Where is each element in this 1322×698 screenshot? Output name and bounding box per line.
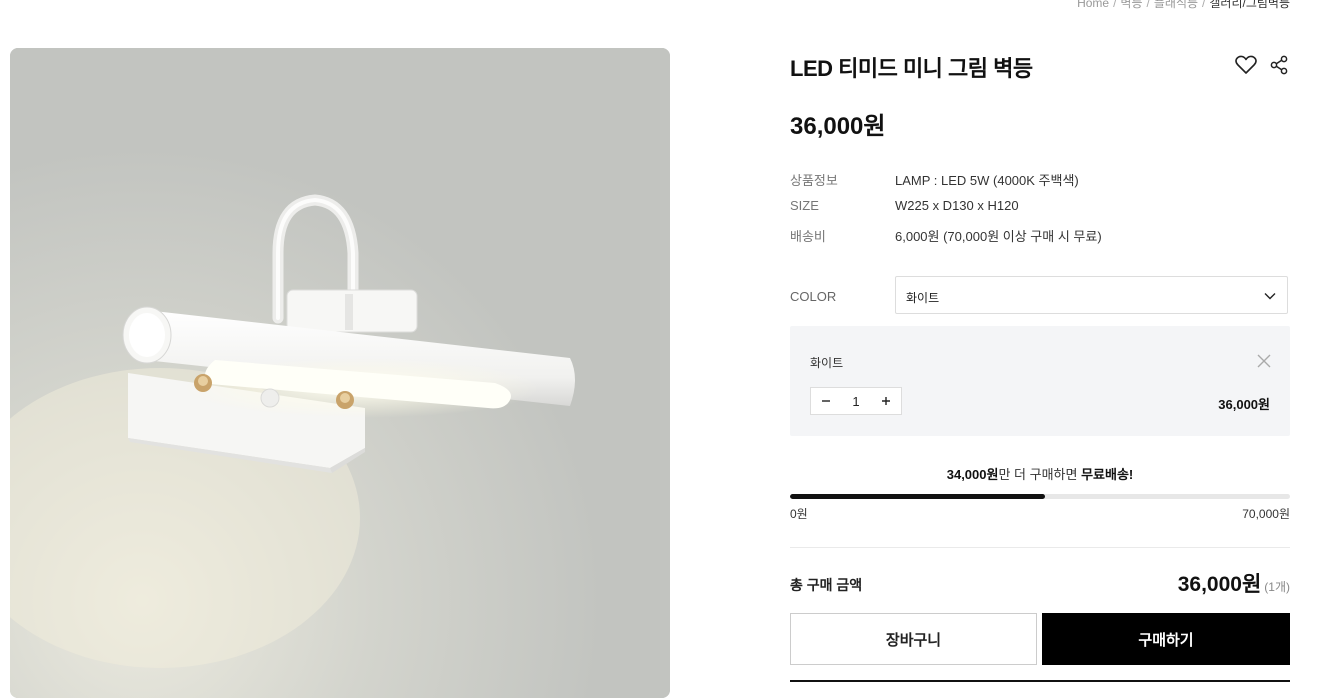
wishlist-button[interactable] <box>1235 54 1257 76</box>
spec-value: 6,000원 (70,000원 이상 구매 시 무료) <box>895 229 1102 244</box>
free-shipping-amount: 34,000원 <box>946 467 999 482</box>
free-shipping-highlight: 무료배송! <box>1081 467 1134 482</box>
buy-now-button[interactable]: 구매하기 <box>1042 613 1290 665</box>
spec-label: 배송비 <box>790 229 826 244</box>
quantity-stepper: 1 <box>810 387 902 415</box>
product-title: LED 티미드 미니 그림 벽등 <box>790 56 1033 81</box>
free-shipping-progress <box>790 494 1290 499</box>
spec-label: SIZE <box>790 198 819 213</box>
color-label: COLOR <box>790 289 837 304</box>
total-price: 36,000원 <box>1177 573 1262 596</box>
selected-option-price: 36,000원 <box>1218 397 1270 412</box>
selected-option-name: 화이트 <box>810 356 844 370</box>
total-label: 총 구매 금액 <box>790 577 863 593</box>
divider <box>790 547 1290 548</box>
close-icon <box>1257 354 1271 368</box>
color-select[interactable]: 화이트 <box>895 276 1288 314</box>
spec-label: 상품정보 <box>790 173 838 188</box>
progress-max-label: 70,000원 <box>1242 507 1290 521</box>
plus-icon <box>882 397 890 405</box>
chevron-down-icon <box>1264 293 1276 300</box>
share-button[interactable] <box>1268 54 1290 76</box>
free-shipping-progress-fill <box>790 494 1045 499</box>
divider <box>790 680 1290 682</box>
quantity-value[interactable]: 1 <box>841 388 871 414</box>
breadcrumb-home[interactable]: Home <box>1077 0 1109 10</box>
free-shipping-text: 만 더 구매하면 <box>998 467 1082 482</box>
progress-min-label: 0원 <box>790 507 808 521</box>
spec-value: W225 x D130 x H120 <box>895 198 1019 213</box>
minus-icon <box>822 400 830 402</box>
breadcrumb-current[interactable]: 갤러리/그림벽등 <box>1209 0 1290 10</box>
quantity-increase-button[interactable] <box>871 388 901 414</box>
quantity-decrease-button[interactable] <box>811 388 841 414</box>
share-icon <box>1270 55 1288 75</box>
total-count: (1개) <box>1264 580 1290 594</box>
breadcrumb: Home / 벽등 / 플래식등 / 갤러리/그림벽등 <box>1077 0 1290 11</box>
product-image <box>10 48 670 698</box>
color-select-value: 화이트 <box>906 291 940 305</box>
spec-value: LAMP : LED 5W (4000K 주백색) <box>895 173 1079 188</box>
remove-option-button[interactable] <box>1256 353 1272 369</box>
free-shipping-message: 34,000원만 더 구매하면 무료배송! <box>790 464 1290 483</box>
total-value: 36,000원 (1개) <box>1178 568 1290 598</box>
breadcrumb-wall-lights[interactable]: 벽등 <box>1120 0 1142 10</box>
add-to-cart-button[interactable]: 장바구니 <box>790 613 1037 665</box>
breadcrumb-classic[interactable]: 플래식등 <box>1154 0 1198 10</box>
heart-icon <box>1235 55 1257 74</box>
selected-option: 화이트 1 36,000원 <box>790 326 1290 436</box>
product-price: 36,000원 <box>790 113 886 140</box>
